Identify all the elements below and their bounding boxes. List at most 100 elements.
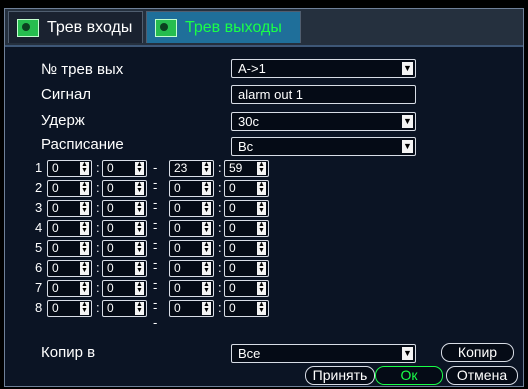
spin-arrows-icon[interactable]: ▲ ▼: [257, 201, 266, 215]
start-hour-spinner[interactable]: 0 ▲ ▼: [47, 280, 92, 297]
spin-arrows-icon[interactable]: ▲ ▼: [135, 301, 144, 315]
spin-arrows-icon[interactable]: ▲ ▼: [202, 181, 211, 195]
tab-alarm-inputs[interactable]: Трев входы: [8, 11, 143, 43]
start-minute-spinner[interactable]: 0 ▲ ▼: [102, 300, 147, 317]
end-minute-spinner[interactable]: 0 ▲ ▼: [224, 300, 269, 317]
start-hour-spinner[interactable]: 0 ▲ ▼: [47, 220, 92, 237]
row-number: 1: [35, 160, 43, 175]
start-hour-spinner[interactable]: 0 ▲ ▼: [47, 180, 92, 197]
tab-bar: Трев входы Трев выходы: [5, 9, 523, 47]
spin-arrows-icon[interactable]: ▲ ▼: [135, 181, 144, 195]
spin-arrows-icon[interactable]: ▲ ▼: [135, 241, 144, 255]
spin-arrows-icon[interactable]: ▲ ▼: [80, 281, 89, 295]
spin-arrows-icon[interactable]: ▲ ▼: [80, 201, 89, 215]
ok-button[interactable]: Ок: [375, 366, 443, 385]
time-colon: :: [218, 220, 222, 235]
copy-to-select[interactable]: Все ▼: [231, 344, 416, 363]
tab-label: Трев выходы: [185, 18, 282, 36]
spin-arrows-icon[interactable]: ▲ ▼: [202, 301, 211, 315]
spin-arrows-icon[interactable]: ▲ ▼: [257, 221, 266, 235]
signal-input[interactable]: alarm out 1: [231, 85, 416, 104]
start-hour-value: 0: [52, 221, 59, 235]
end-hour-value: 0: [174, 201, 181, 215]
start-minute-spinner[interactable]: 0 ▲ ▼: [102, 240, 147, 257]
end-hour-spinner[interactable]: 0 ▲ ▼: [169, 280, 214, 297]
alarm-out-number-select[interactable]: A->1 ▼: [231, 59, 416, 78]
end-hour-spinner[interactable]: 0 ▲ ▼: [169, 260, 214, 277]
end-hour-value: 0: [174, 221, 181, 235]
spin-arrows-icon[interactable]: ▲ ▼: [202, 261, 211, 275]
start-hour-value: 0: [52, 161, 59, 175]
start-minute-spinner[interactable]: 0 ▲ ▼: [102, 180, 147, 197]
end-minute-spinner[interactable]: 0 ▲ ▼: [224, 280, 269, 297]
end-minute-value: 0: [229, 201, 236, 215]
end-hour-spinner[interactable]: 0 ▲ ▼: [169, 200, 214, 217]
spin-arrows-icon[interactable]: ▲ ▼: [135, 201, 144, 215]
spin-arrows-icon[interactable]: ▲ ▼: [80, 301, 89, 315]
spin-arrows-icon[interactable]: ▲ ▼: [80, 181, 89, 195]
start-minute-spinner[interactable]: 0 ▲ ▼: [102, 200, 147, 217]
start-minute-value: 0: [107, 181, 114, 195]
tab-label: Трев входы: [47, 18, 133, 36]
start-minute-spinner[interactable]: 0 ▲ ▼: [102, 280, 147, 297]
spin-arrows-icon[interactable]: ▲ ▼: [202, 241, 211, 255]
end-minute-spinner[interactable]: 0 ▲ ▼: [224, 220, 269, 237]
start-hour-spinner[interactable]: 0 ▲ ▼: [47, 160, 92, 177]
apply-button[interactable]: Принять: [305, 366, 375, 385]
end-minute-spinner[interactable]: 0 ▲ ▼: [224, 260, 269, 277]
time-colon: :: [96, 180, 100, 195]
spin-arrows-icon[interactable]: ▲ ▼: [202, 221, 211, 235]
spin-arrows-icon[interactable]: ▲ ▼: [135, 261, 144, 275]
spin-arrows-icon[interactable]: ▲ ▼: [202, 201, 211, 215]
start-hour-spinner[interactable]: 0 ▲ ▼: [47, 240, 92, 257]
start-minute-spinner[interactable]: 0 ▲ ▼: [102, 260, 147, 277]
camera-icon: [155, 18, 177, 37]
spin-arrows-icon[interactable]: ▲ ▼: [135, 161, 144, 175]
end-hour-spinner[interactable]: 0 ▲ ▼: [169, 220, 214, 237]
start-hour-spinner[interactable]: 0 ▲ ▼: [47, 300, 92, 317]
start-hour-spinner[interactable]: 0 ▲ ▼: [47, 260, 92, 277]
spin-arrows-icon[interactable]: ▲ ▼: [202, 281, 211, 295]
spin-arrows-icon[interactable]: ▲ ▼: [257, 261, 266, 275]
chevron-down-icon[interactable]: ▼: [402, 115, 413, 128]
end-minute-spinner[interactable]: 0 ▲ ▼: [224, 200, 269, 217]
start-minute-spinner[interactable]: 0 ▲ ▼: [102, 220, 147, 237]
chevron-down-icon[interactable]: ▼: [402, 62, 413, 75]
end-minute-spinner[interactable]: 0 ▲ ▼: [224, 180, 269, 197]
end-minute-spinner[interactable]: 59 ▲ ▼: [224, 160, 269, 177]
end-hour-value: 0: [174, 301, 181, 315]
start-hour-spinner[interactable]: 0 ▲ ▼: [47, 200, 92, 217]
start-minute-spinner[interactable]: 0 ▲ ▼: [102, 160, 147, 177]
spin-arrows-icon[interactable]: ▲ ▼: [202, 161, 211, 175]
spin-arrows-icon[interactable]: ▲ ▼: [257, 281, 266, 295]
copy-button[interactable]: Копир: [441, 343, 514, 362]
hold-select[interactable]: 30с ▼: [231, 112, 416, 131]
alarm-out-number-value: A->1: [238, 61, 266, 76]
cancel-button[interactable]: Отмена: [446, 366, 518, 385]
tab-alarm-outputs[interactable]: Трев выходы: [146, 11, 301, 43]
spin-arrows-icon[interactable]: ▲ ▼: [80, 161, 89, 175]
spin-arrows-icon[interactable]: ▲ ▼: [80, 261, 89, 275]
spin-arrows-icon[interactable]: ▲ ▼: [80, 221, 89, 235]
spin-arrows-icon[interactable]: ▲ ▼: [257, 241, 266, 255]
time-colon: :: [96, 200, 100, 215]
spin-arrows-icon[interactable]: ▲ ▼: [257, 301, 266, 315]
spin-arrows-icon[interactable]: ▲ ▼: [257, 161, 266, 175]
spin-arrows-icon[interactable]: ▲ ▼: [135, 221, 144, 235]
end-hour-spinner[interactable]: 0 ▲ ▼: [169, 180, 214, 197]
spin-arrows-icon[interactable]: ▲ ▼: [135, 281, 144, 295]
spin-arrows-icon[interactable]: ▲ ▼: [257, 181, 266, 195]
end-minute-spinner[interactable]: 0 ▲ ▼: [224, 240, 269, 257]
schedule-day-select[interactable]: Вс ▼: [231, 137, 416, 156]
hold-label: Удерж: [41, 112, 85, 129]
start-minute-value: 0: [107, 161, 114, 175]
spin-arrows-icon[interactable]: ▲ ▼: [80, 241, 89, 255]
start-minute-value: 0: [107, 201, 114, 215]
end-hour-spinner[interactable]: 0 ▲ ▼: [169, 300, 214, 317]
end-hour-spinner[interactable]: 23 ▲ ▼: [169, 160, 214, 177]
end-hour-spinner[interactable]: 0 ▲ ▼: [169, 240, 214, 257]
chevron-down-icon[interactable]: ▼: [402, 140, 413, 153]
copy-to-value: Все: [238, 346, 261, 361]
chevron-down-icon[interactable]: ▼: [402, 347, 413, 360]
camera-icon: [17, 18, 39, 37]
